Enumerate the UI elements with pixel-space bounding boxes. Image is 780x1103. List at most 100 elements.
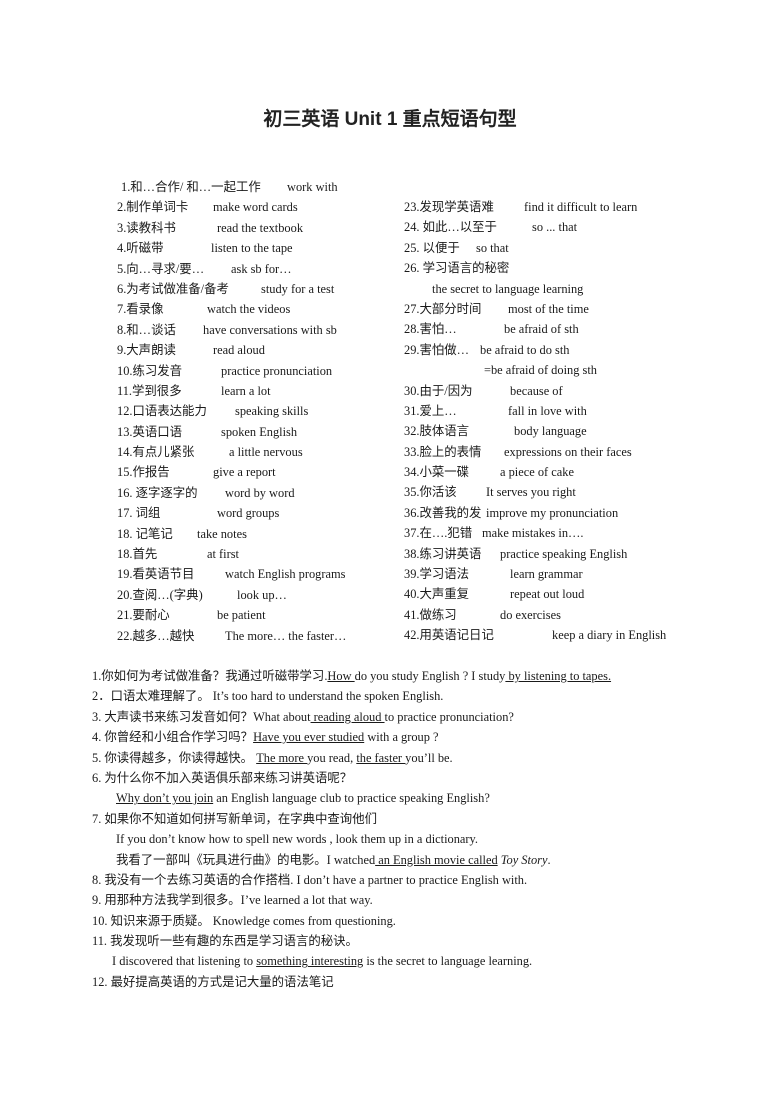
- phrase-row: 39.学习语法 learn grammar: [404, 564, 704, 584]
- phrase-chinese: 27.大部分时间: [404, 301, 482, 316]
- phrase-chinese: 2.制作单词卡: [117, 200, 189, 215]
- phrase-row: 35.你活该 It serves you right: [404, 482, 704, 502]
- phrase-chinese: 25. 以便于: [404, 240, 460, 255]
- phrase-english: practice pronunciation: [221, 363, 333, 378]
- sentence-text: 4. 你曾经和小组合作学习吗？Have you ever studied wit…: [92, 727, 439, 747]
- italic-title: Toy Story: [500, 852, 548, 867]
- phrase-english: make mistakes in….: [482, 526, 584, 541]
- sentence-text: 5. 你读得越多，你读得越快。 The more you read, the f…: [92, 748, 453, 768]
- phrase-chinese: 16. 逐字逐字的: [117, 485, 198, 500]
- sentence-text: 10. 知识来源于质疑。 Knowledge comes from questi…: [92, 911, 396, 931]
- sentence-text: If you don’t know how to spell new words…: [116, 829, 478, 849]
- phrase-row: 3.读教科书 read the textbook: [117, 218, 397, 238]
- phrase-row: 34.小菜一碟 a piece of cake: [404, 462, 704, 482]
- sentence-text: 1.你如何为考试做准备？我通过听磁带学习.How do you study En…: [92, 666, 611, 686]
- phrase-row: =be afraid of doing sth: [404, 360, 704, 380]
- phrase-chinese: 9.大声朗读: [117, 343, 176, 358]
- sentence-line: 我看了一部叫《玩具进行曲》的电影。I watched an English mo…: [92, 850, 732, 870]
- sentence-line: 9. 用那种方法我学到很多。I’ve learned a lot that wa…: [92, 890, 732, 910]
- sentence-line: 5. 你读得越多，你读得越快。 The more you read, the f…: [92, 748, 732, 768]
- phrase-english: a piece of cake: [500, 465, 574, 480]
- phrase-chinese: 41.做练习: [404, 607, 457, 622]
- sentence-list: 1.你如何为考试做准备？我通过听磁带学习.How do you study En…: [92, 666, 732, 992]
- phrase-chinese: 13.英语口语: [117, 424, 183, 439]
- phrase-chinese: 17. 词组: [117, 506, 161, 521]
- phrase-english: have conversations with sb: [203, 322, 337, 337]
- phrase-english: because of: [510, 383, 563, 398]
- phrase-row: 36.改善我的发 improve my pronunciation: [404, 503, 704, 523]
- phrase-row: 19.看英语节目 watch English programs: [117, 564, 397, 584]
- underlined-phrase: the faster: [356, 750, 406, 765]
- sentence-fragment: 7. 如果你不知道如何拼写新单词，在字典中查询他们: [92, 811, 377, 826]
- sentence-fragment: I discovered that listening to: [112, 954, 257, 969]
- phrase-chinese: 5.向…寻求/要…: [117, 261, 205, 276]
- phrase-english: the secret to language learning: [432, 281, 584, 296]
- phrase-row: 14.有点儿紧张 a little nervous: [117, 442, 397, 462]
- phrase-chinese: 40.大声重复: [404, 587, 470, 602]
- phrase-english: read aloud: [213, 343, 265, 358]
- sentence-fragment: is the secret to language learning.: [363, 954, 533, 969]
- phrase-row: 41.做练习 do exercises: [404, 605, 704, 625]
- sentence-fragment: an English language club to practice spe…: [213, 791, 490, 806]
- phrase-row: 18.首先 at first: [117, 544, 397, 564]
- phrase-list-right: 23.发现学英语难 find it difficult to learn 24. 如…: [404, 197, 704, 646]
- underlined-phrase: something interesting: [256, 954, 364, 969]
- phrase-chinese: 39.学习语法: [404, 567, 470, 582]
- phrase-chinese: 11.学到很多: [117, 383, 182, 398]
- phrase-row: 26. 学习语言的秘密: [404, 258, 704, 278]
- sentence-fragment: do you study English ? I study: [354, 669, 506, 683]
- sentence-fragment: 10. 知识来源于质疑。 Knowledge comes from questi…: [92, 913, 396, 928]
- phrase-english: be afraid to do sth: [480, 342, 570, 357]
- phrase-english: fall in love with: [508, 403, 587, 418]
- sentence-line: 6. 为什么你不加入英语俱乐部来练习讲英语呢？: [92, 768, 732, 788]
- phrase-english: a little nervous: [229, 445, 303, 460]
- phrase-english: do exercises: [500, 607, 561, 622]
- phrase-row: 6.为考试做准备/备考 study for a test: [117, 279, 397, 299]
- underlined-phrase: an English movie called: [375, 852, 498, 867]
- sentence-line: 12. 最好提高英语的方式是记大量的语法笔记: [92, 972, 732, 992]
- phrase-chinese: 14.有点儿紧张: [117, 445, 195, 460]
- phrase-row: 7.看录像 watch the videos: [117, 299, 397, 319]
- phrase-english: watch the videos: [207, 302, 291, 317]
- sentence-line: 8. 我没有一个去练习英语的合作搭档. I don’t have a partn…: [92, 870, 732, 890]
- underlined-phrase: reading aloud: [310, 709, 385, 724]
- sentence-line: If you don’t know how to spell new words…: [92, 829, 732, 849]
- phrase-row: 38.练习讲英语 practice speaking English: [404, 544, 704, 564]
- phrase-chinese: 8.和…谈话: [117, 322, 176, 337]
- phrase-row: 4.听磁带 listen to the tape: [117, 238, 397, 258]
- sentence-fragment: 6. 为什么你不加入英语俱乐部来练习讲英语呢？: [92, 770, 353, 785]
- underlined-phrase: Have you ever studied: [253, 730, 365, 745]
- sentence-text: 8. 我没有一个去练习英语的合作搭档. I don’t have a partn…: [92, 870, 527, 890]
- phrase-chinese: 24. 如此…以至于: [404, 220, 497, 235]
- sentence-line: Why don’t you join an English language c…: [92, 788, 732, 808]
- underlined-phrase: Why don’t you join: [116, 791, 214, 806]
- phrase-chinese: 20.查阅…(字典): [117, 587, 203, 602]
- sentence-fragment: you’ll be.: [405, 750, 453, 765]
- phrase-list-left: 1.和…合作/ 和…一起工作 work with 2.制作单词卡 make word …: [117, 177, 397, 646]
- sentence-text: 11. 我发现听一些有趣的东西是学习语言的秘诀。: [92, 931, 358, 951]
- underlined-phrase: How: [327, 669, 355, 683]
- phrase-english: work with: [287, 180, 338, 194]
- sentence-fragment: 4. 你曾经和小组合作学习吗？: [92, 730, 254, 745]
- phrase-chinese: 1.和…合作/ 和…一起工作: [121, 180, 261, 194]
- sentence-fragment: 1.你如何为考试做准备？我通过听磁带学习.: [92, 669, 328, 683]
- phrase-row: 24. 如此…以至于 so ... that: [404, 217, 704, 237]
- phrase-english: give a report: [213, 465, 276, 480]
- sentence-text: 12. 最好提高英语的方式是记大量的语法笔记: [92, 972, 334, 992]
- phrase-chinese: 31.爱上…: [404, 403, 457, 418]
- phrase-row: 25. 以便于 so that: [404, 238, 704, 258]
- phrase-row: 37.在….犯错 make mistakes in….: [404, 523, 704, 543]
- sentence-text: 我看了一部叫《玩具进行曲》的电影。I watched an English mo…: [116, 850, 551, 870]
- phrase-english: speaking skills: [235, 404, 309, 419]
- phrase-chinese: 3.读教科书: [117, 220, 176, 235]
- phrase-row: the secret to language learning: [404, 279, 704, 299]
- sentence-text: 3. 大声读书来练习发音如何？What about reading aloud …: [92, 707, 514, 727]
- phrase-row: 8.和…谈话 have conversations with sb: [117, 320, 397, 340]
- phrase-chinese: 23.发现学英语难: [404, 200, 494, 214]
- phrase-english: ask sb for…: [231, 261, 292, 276]
- sentence-fragment: 11. 我发现听一些有趣的东西是学习语言的秘诀。: [92, 934, 358, 949]
- phrase-english: be patient: [217, 608, 266, 623]
- phrase-chinese: 28.害怕…: [404, 322, 457, 337]
- phrase-row: 23.发现学英语难 find it difficult to learn: [404, 197, 704, 217]
- phrase-english: find it difficult to learn: [524, 200, 638, 214]
